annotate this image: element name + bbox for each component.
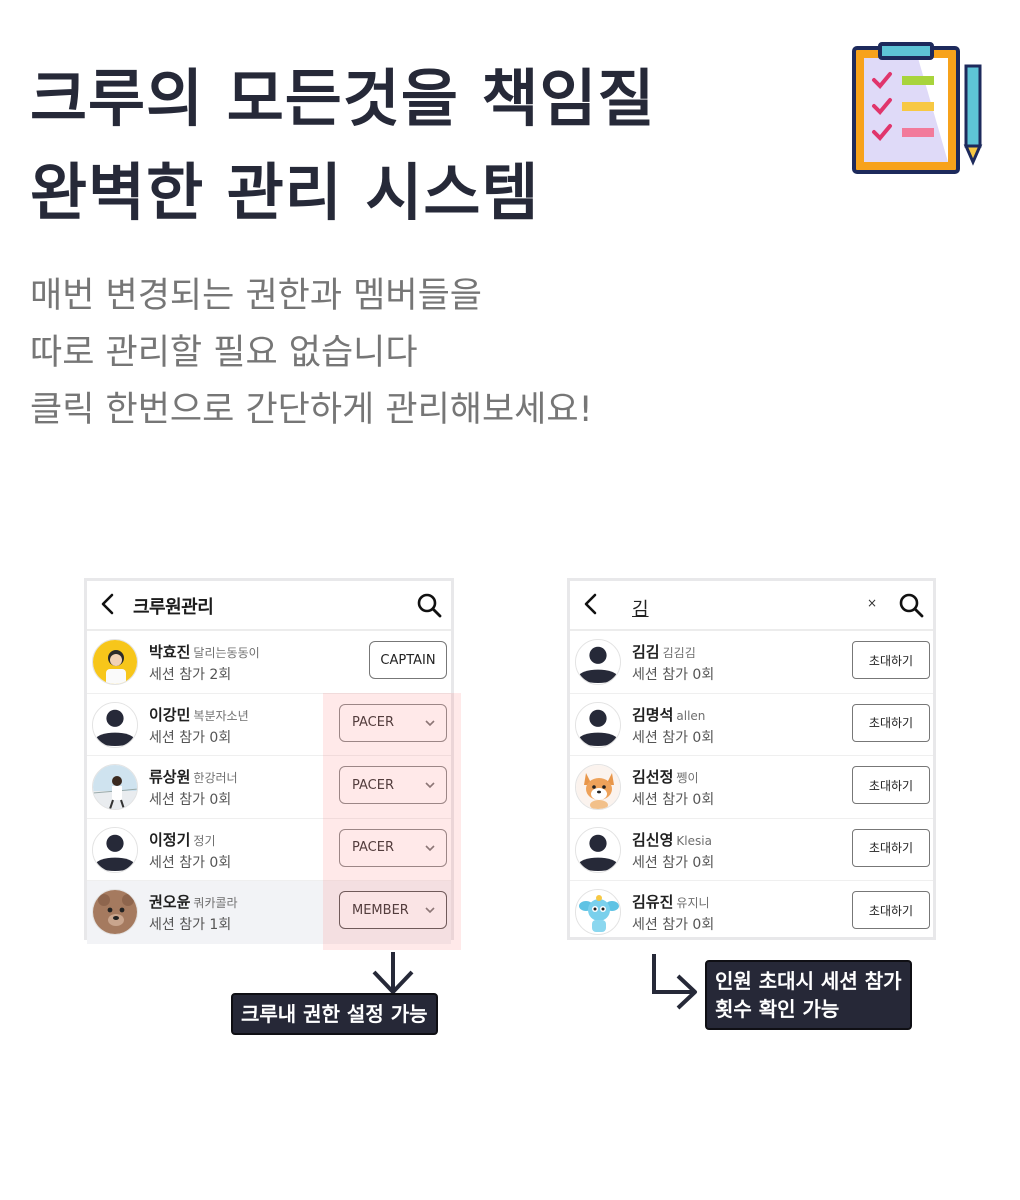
role-select-value: MEMBER [352, 902, 409, 918]
default-avatar-icon [575, 826, 621, 873]
search-icon[interactable] [897, 591, 925, 619]
chevron-down-icon [424, 779, 436, 791]
headline-line-2: 완벽한 관리 시스템 [30, 156, 540, 229]
subtext: 매번 변경되는 권한과 멤버들을 따로 관리할 필요 없습니다 클릭 한번으로 … [30, 268, 593, 439]
invite-check-label: 인원 초대시 세션 참가 횟수 확인 가능 [705, 960, 912, 1030]
invite-button[interactable]: 초대하기 [852, 828, 930, 867]
user-nickname: 쩽이 [676, 771, 699, 785]
role-select[interactable]: PACER [339, 828, 447, 867]
headline: 크루의 모든것을 책임질 완벽한 관리 시스템 [30, 52, 790, 240]
session-count: 세션 참가 2회 [149, 667, 232, 683]
session-count: 세션 참가 0회 [149, 792, 232, 808]
member-row[interactable]: 이정기 정기 세션 참가 0회 PACER [87, 819, 451, 881]
arrow-turn-right-icon [652, 954, 697, 1010]
member-row[interactable]: 류상원 한강러너 세션 참가 0회 PACER [87, 756, 451, 819]
search-input[interactable]: 김 [632, 595, 649, 621]
session-count: 세션 참가 0회 [149, 729, 232, 746]
invite-button[interactable]: 초대하기 [852, 766, 930, 804]
clear-icon[interactable]: × [867, 596, 877, 610]
user-nickname: 김김김 [662, 646, 696, 660]
back-arrow-icon[interactable] [97, 591, 121, 617]
search-result-row: 김명석 allen 세션 참가 0회 초대하기 [570, 694, 933, 756]
invite-button[interactable]: 초대하기 [852, 703, 930, 742]
bear-avatar-icon [92, 889, 138, 935]
role-captain-button[interactable]: CAPTAIN [369, 641, 447, 679]
member-row[interactable]: 이강민 복분자소년 세션 참가 0회 PACER [87, 694, 451, 756]
role-select-value: PACER [352, 715, 394, 730]
headline-line-1: 크루의 모든것을 책임질 [30, 62, 656, 135]
user-nickname: allen [676, 708, 706, 723]
invite-check-label-line-1: 인원 초대시 세션 참가 [715, 969, 902, 993]
chevron-down-icon [424, 717, 436, 729]
user-nickname: 유지니 [676, 896, 710, 910]
default-avatar-icon [575, 701, 621, 748]
role-select-value: PACER [352, 777, 394, 793]
member-nickname: 복분자소년 [193, 708, 249, 723]
crew-management-screen: 크루원관리 박효진 달리는동동이 세션 참가 2회 CAPTAIN 이강민 복분자소… [84, 578, 454, 944]
member-name: 류상원 [149, 768, 191, 786]
avatar [92, 764, 138, 810]
page-title: 크루원관리 [133, 597, 214, 618]
subtext-line-2: 따로 관리할 필요 없습니다 [30, 333, 418, 373]
crew-appbar: 크루원관리 [87, 581, 451, 631]
default-avatar-icon [92, 826, 138, 873]
user-name: 김김 [632, 643, 660, 661]
default-avatar-icon [575, 639, 621, 685]
search-icon[interactable] [415, 591, 443, 619]
session-count: 세션 참가 0회 [632, 854, 715, 871]
back-arrow-icon[interactable] [580, 591, 604, 617]
role-select[interactable]: MEMBER [339, 891, 447, 929]
role-select-value: PACER [352, 840, 394, 855]
member-row[interactable]: 권오윤 쿼카콜라 세션 참가 1회 MEMBER [87, 881, 451, 944]
invite-button[interactable]: 초대하기 [852, 641, 930, 679]
member-nickname: 쿼카콜라 [193, 896, 238, 910]
session-count: 세션 참가 0회 [632, 729, 715, 746]
invite-search-screen: 김 × 김김 김김김 세션 참가 0회 초대하기 김명석 allen 세션 참가 0… [567, 578, 936, 940]
search-appbar: 김 × [570, 581, 933, 631]
invite-button[interactable]: 초대하기 [852, 891, 930, 929]
user-name: 김명석 [632, 705, 674, 724]
role-select[interactable]: PACER [339, 703, 447, 742]
user-nickname: Klesia [676, 833, 712, 848]
member-name: 권오윤 [149, 893, 191, 911]
avatar [92, 639, 138, 685]
user-name: 김신영 [632, 830, 674, 849]
subtext-line-3: 클릭 한번으로 간단하게 관리해보세요! [30, 390, 593, 430]
session-count: 세션 참가 0회 [149, 854, 232, 871]
member-nickname: 달리는동동이 [193, 646, 260, 660]
session-count: 세션 참가 0회 [632, 917, 715, 933]
default-avatar-icon [92, 701, 138, 748]
clipboard-checklist-icon [852, 42, 983, 174]
search-result-row: 김신영 Klesia 세션 참가 0회 초대하기 [570, 819, 933, 881]
session-count: 세션 참가 1회 [149, 917, 232, 933]
member-name: 이강민 [149, 705, 191, 724]
search-result-row: 김김 김김김 세션 참가 0회 초대하기 [570, 631, 933, 694]
corgi-avatar-icon [575, 764, 621, 810]
user-name: 김유진 [632, 893, 674, 911]
session-count: 세션 참가 0회 [632, 667, 715, 683]
member-nickname: 정기 [193, 833, 216, 848]
member-row[interactable]: 박효진 달리는동동이 세션 참가 2회 CAPTAIN [87, 631, 451, 694]
invite-check-label-line-2: 횟수 확인 가능 [715, 997, 840, 1021]
subtext-line-1: 매번 변경되는 권한과 멤버들을 [30, 276, 482, 316]
role-select[interactable]: PACER [339, 766, 447, 804]
search-result-row: 김선정 쩽이 세션 참가 0회 초대하기 [570, 756, 933, 819]
chevron-down-icon [424, 842, 436, 854]
chevron-down-icon [424, 904, 436, 916]
role-setting-label: 크루내 권한 설정 가능 [231, 993, 438, 1035]
arrow-down-icon [372, 952, 414, 994]
member-nickname: 한강러너 [193, 771, 238, 785]
search-result-row: 김유진 유지니 세션 참가 0회 초대하기 [570, 881, 933, 944]
session-count: 세션 참가 0회 [632, 792, 715, 808]
member-name: 박효진 [149, 643, 191, 661]
user-name: 김선정 [632, 768, 674, 786]
character-avatar-icon [575, 889, 621, 935]
member-name: 이정기 [149, 830, 191, 849]
